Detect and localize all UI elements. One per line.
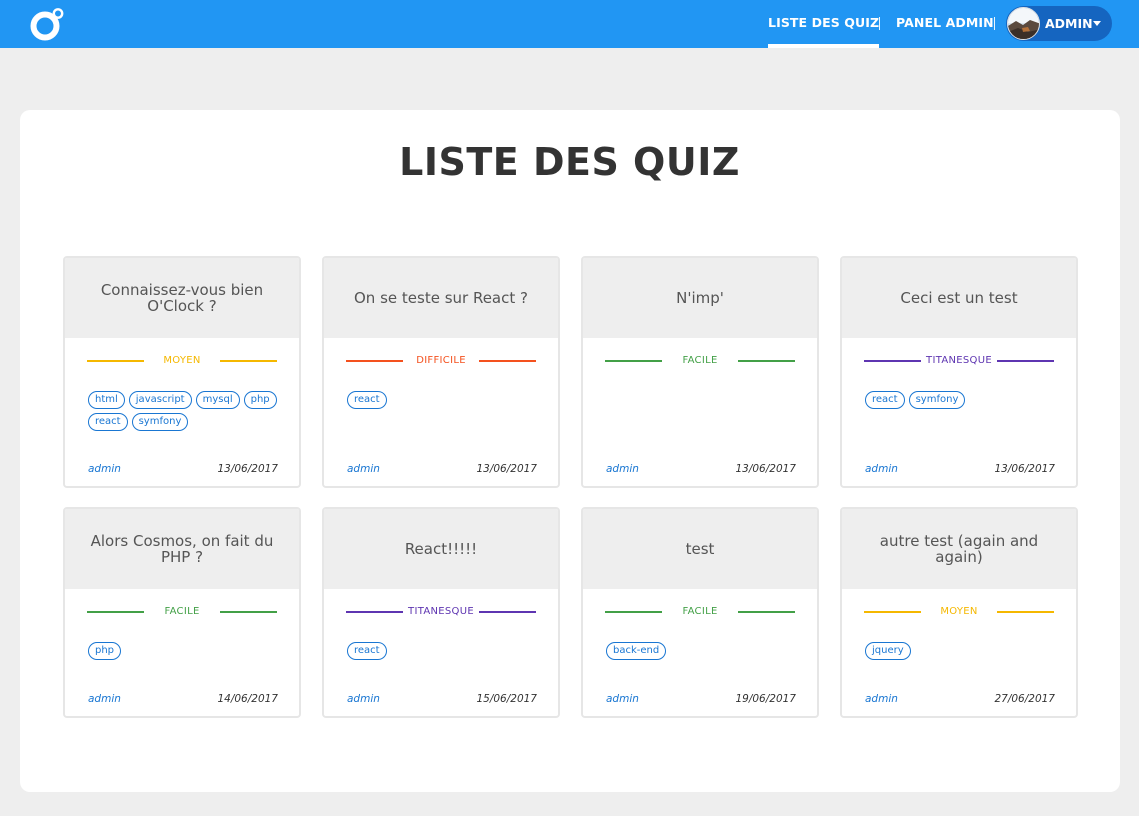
- quiz-author[interactable]: admin: [865, 463, 898, 475]
- quiz-tags: html javascript mysql php react symfony: [88, 391, 288, 431]
- quiz-card-header: React!!!!!: [324, 509, 558, 589]
- nav-liste-des-quiz[interactable]: LISTE DES QUIZ: [768, 0, 880, 48]
- tag[interactable]: symfony: [131, 413, 189, 431]
- quiz-card-header: test: [583, 509, 817, 589]
- quiz-title: Ceci est un test: [900, 289, 1018, 307]
- quiz-level: TITANESQUE: [842, 354, 1076, 368]
- quiz-card[interactable]: autre test (again and again) MOYEN jquer…: [840, 507, 1078, 718]
- quiz-tags: react: [347, 391, 547, 409]
- quiz-author[interactable]: admin: [606, 463, 639, 475]
- quiz-author[interactable]: admin: [88, 693, 121, 705]
- tag[interactable]: jquery: [865, 642, 911, 660]
- quiz-card[interactable]: Ceci est un test TITANESQUE react symfon…: [840, 256, 1078, 488]
- nav-panel-admin[interactable]: PANEL ADMIN: [896, 0, 994, 48]
- quiz-tags: react: [347, 642, 547, 660]
- quiz-card-header: On se teste sur React ?: [324, 258, 558, 338]
- tag[interactable]: php: [243, 391, 277, 409]
- quiz-level: FACILE: [583, 354, 817, 368]
- quiz-date: 19/06/2017: [735, 693, 796, 705]
- quiz-tags: jquery: [865, 642, 1065, 660]
- tag[interactable]: react: [865, 391, 905, 409]
- level-line: [997, 611, 1054, 613]
- quiz-author[interactable]: admin: [347, 463, 380, 475]
- quiz-card[interactable]: Connaissez-vous bien O'Clock ? MOYEN htm…: [63, 256, 301, 488]
- quiz-date: 13/06/2017: [735, 463, 796, 475]
- quiz-level: TITANESQUE: [324, 605, 558, 619]
- tag[interactable]: php: [88, 642, 122, 660]
- quiz-card-header: N'imp': [583, 258, 817, 338]
- page-title: LISTE DES QUIZ: [399, 140, 740, 184]
- level-line: [997, 360, 1054, 362]
- quiz-card[interactable]: On se teste sur React ? DIFFICILE react …: [322, 256, 560, 488]
- quiz-level: MOYEN: [65, 354, 299, 368]
- quiz-date: 13/06/2017: [217, 463, 278, 475]
- chevron-down-icon: [1093, 21, 1101, 26]
- user-menu-button[interactable]: ADMIN: [1006, 6, 1112, 41]
- quiz-title: Alors Cosmos, on fait du PHP ?: [90, 532, 274, 566]
- avatar-landscape-icon: [1008, 8, 1039, 39]
- quiz-level: FACILE: [65, 605, 299, 619]
- avatar: [1007, 7, 1040, 40]
- quiz-level: FACILE: [583, 605, 817, 619]
- quiz-level: MOYEN: [842, 605, 1076, 619]
- level-line: [738, 360, 795, 362]
- tag[interactable]: react: [347, 391, 387, 409]
- tag[interactable]: react: [347, 642, 387, 660]
- tag[interactable]: back-end: [606, 642, 667, 660]
- quiz-title: Connaissez-vous bien O'Clock ?: [100, 281, 264, 315]
- quiz-date: 15/06/2017: [476, 693, 537, 705]
- quiz-date: 13/06/2017: [994, 463, 1055, 475]
- level-line: [220, 611, 277, 613]
- quiz-card-header: Connaissez-vous bien O'Clock ?: [65, 258, 299, 338]
- tag[interactable]: javascript: [128, 391, 192, 409]
- quiz-title: test: [685, 540, 715, 558]
- level-line: [479, 360, 536, 362]
- quiz-date: 14/06/2017: [217, 693, 278, 705]
- quiz-title: React!!!!!: [404, 540, 478, 558]
- quiz-author[interactable]: admin: [347, 693, 380, 705]
- tag[interactable]: react: [88, 413, 128, 431]
- logo-icon[interactable]: [29, 7, 65, 41]
- quiz-title: autre test (again and again): [879, 532, 1039, 566]
- quiz-card[interactable]: Alors Cosmos, on fait du PHP ? FACILE ph…: [63, 507, 301, 718]
- quiz-title: N'imp': [676, 289, 724, 307]
- quiz-card-header: autre test (again and again): [842, 509, 1076, 589]
- quiz-card[interactable]: test FACILE back-end admin 19/06/2017: [581, 507, 819, 718]
- quiz-card[interactable]: React!!!!! TITANESQUE react admin 15/06/…: [322, 507, 560, 718]
- quiz-author[interactable]: admin: [88, 463, 121, 475]
- tag[interactable]: html: [88, 391, 125, 409]
- quiz-tags: php: [88, 642, 288, 660]
- quiz-tags: back-end: [606, 642, 806, 660]
- quiz-date: 13/06/2017: [476, 463, 537, 475]
- quiz-card[interactable]: N'imp' FACILE admin 13/06/2017: [581, 256, 819, 488]
- user-name: ADMIN: [1045, 16, 1093, 31]
- quiz-title: On se teste sur React ?: [354, 289, 528, 307]
- tag[interactable]: mysql: [195, 391, 240, 409]
- top-navbar: LISTE DES QUIZ PANEL ADMIN ADMIN: [0, 0, 1139, 48]
- tag[interactable]: symfony: [908, 391, 966, 409]
- quiz-tags: react symfony: [865, 391, 1065, 409]
- level-line: [479, 611, 536, 613]
- level-line: [738, 611, 795, 613]
- nav-separator: [994, 17, 995, 30]
- level-line: [220, 360, 277, 362]
- quiz-author[interactable]: admin: [865, 693, 898, 705]
- nav-separator: [879, 17, 880, 30]
- quiz-card-header: Alors Cosmos, on fait du PHP ?: [65, 509, 299, 589]
- quiz-card-header: Ceci est un test: [842, 258, 1076, 338]
- quiz-date: 27/06/2017: [994, 693, 1055, 705]
- quiz-author[interactable]: admin: [606, 693, 639, 705]
- quiz-level: DIFFICILE: [324, 354, 558, 368]
